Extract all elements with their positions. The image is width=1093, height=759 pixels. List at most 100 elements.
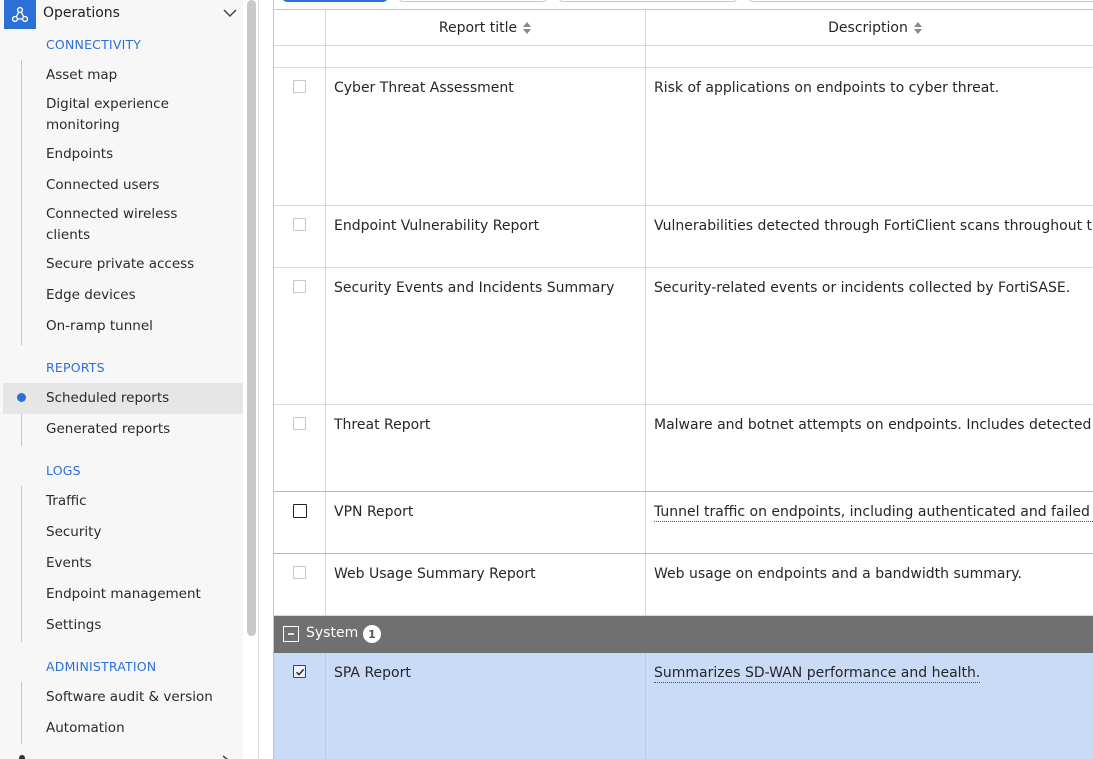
row-checkbox[interactable] <box>293 80 306 93</box>
cell-check <box>274 653 325 759</box>
report-title[interactable]: Security Events and Incidents Summary <box>334 280 614 296</box>
next-section-header-partial[interactable] <box>15 750 235 759</box>
report-description: Summarizes SD-WAN performance and health… <box>654 665 981 683</box>
table-row-selected[interactable]: SPA Report Summarizes SD-WAN performance… <box>274 653 1093 759</box>
section-administration: ADMINISTRATION <box>46 659 157 674</box>
active-indicator-dot <box>17 393 26 402</box>
report-description: Risk of applications on endpoints to cyb… <box>654 80 1000 96</box>
toolbar-strip <box>274 0 1093 4</box>
cell-description: Web usage on endpoints and a bandwidth s… <box>645 554 1093 615</box>
column-label: Report title <box>438 20 518 36</box>
sidebar-item-endpoints[interactable]: Endpoints <box>46 144 236 165</box>
cell-description <box>645 46 1093 67</box>
table-header: Report title Description <box>274 9 1093 46</box>
sidebar-item-label: monitoring <box>46 117 120 133</box>
table-row[interactable]: Cyber Threat Assessment Risk of applicat… <box>274 68 1093 206</box>
row-checkbox-checked[interactable] <box>293 665 306 678</box>
section-connectivity: CONNECTIVITY <box>46 37 142 52</box>
sidebar: Operations CONNECTIVITY Asset map Digita… <box>0 0 259 759</box>
sidebar-scrollbar[interactable] <box>247 0 256 636</box>
cell-check <box>274 554 325 615</box>
cell-description: Summarizes SD-WAN performance and health… <box>645 653 1093 759</box>
sidebar-item-endpoint-management[interactable]: Endpoint management <box>46 584 236 605</box>
group-label: System <box>306 625 359 641</box>
cell-title: VPN Report <box>325 492 645 553</box>
operations-header[interactable]: Operations <box>0 0 243 29</box>
cell-title <box>325 46 645 67</box>
row-checkbox[interactable] <box>293 417 306 430</box>
report-title[interactable]: SPA Report <box>334 665 411 681</box>
cell-check <box>274 46 325 67</box>
group-count-badge: 1 <box>363 625 381 643</box>
collapse-icon[interactable] <box>283 626 299 642</box>
check-icon <box>295 668 304 676</box>
cell-description: Tunnel traffic on endpoints, including a… <box>645 492 1093 553</box>
sidebar-item-edge-devices[interactable]: Edge devices <box>46 285 236 306</box>
column-select-all[interactable] <box>274 10 325 46</box>
cell-description: Malware and botnet attempts on endpoints… <box>645 405 1093 491</box>
sidebar-item-traffic[interactable]: Traffic <box>46 491 236 512</box>
nav-rail <box>21 682 22 744</box>
column-description[interactable]: Description <box>645 10 1093 46</box>
cell-title: Endpoint Vulnerability Report <box>325 206 645 267</box>
cell-check <box>274 206 325 267</box>
sidebar-item-label: clients <box>46 227 91 243</box>
toolbar-button[interactable] <box>398 0 548 2</box>
table-row-spacer <box>274 46 1093 68</box>
sort-icon[interactable] <box>522 21 532 35</box>
reports-table: Report title Description Cyber Threat As… <box>273 0 1093 759</box>
report-title[interactable]: VPN Report <box>334 504 413 520</box>
column-report-title[interactable]: Report title <box>325 10 645 46</box>
sidebar-item-automation[interactable]: Automation <box>46 718 236 739</box>
report-description: Vulnerabilities detected through FortiCl… <box>654 218 1093 234</box>
cell-title: Security Events and Incidents Summary <box>325 268 645 404</box>
report-description: Tunnel traffic on endpoints, including a… <box>654 504 1093 522</box>
sidebar-item-scheduled-reports[interactable]: Scheduled reports <box>46 388 236 409</box>
sidebar-item-onramp-tunnel[interactable]: On-ramp tunnel <box>46 316 236 337</box>
report-description: Web usage on endpoints and a bandwidth s… <box>654 566 1022 582</box>
table-row[interactable]: Threat Report Malware and botnet attempt… <box>274 405 1093 492</box>
sidebar-item-label: Connected wireless <box>46 206 178 222</box>
section-reports: REPORTS <box>46 360 105 375</box>
report-title[interactable]: Web Usage Summary Report <box>334 566 536 582</box>
sidebar-item-digital-experience-monitoring[interactable]: Digital experience monitoring <box>46 94 236 136</box>
row-checkbox[interactable] <box>293 504 307 518</box>
main-content: Report title Description Cyber Threat As… <box>259 0 1093 759</box>
sidebar-item-settings[interactable]: Settings <box>46 615 236 636</box>
cell-description: Risk of applications on endpoints to cyb… <box>645 68 1093 205</box>
cell-description: Security-related events or incidents col… <box>645 268 1093 404</box>
cell-title: SPA Report <box>325 653 645 759</box>
report-title[interactable]: Endpoint Vulnerability Report <box>334 218 539 234</box>
report-title[interactable]: Threat Report <box>334 417 430 433</box>
sidebar-item-secure-private-access[interactable]: Secure private access <box>46 254 236 275</box>
sidebar-item-events[interactable]: Events <box>46 553 236 574</box>
sidebar-item-security[interactable]: Security <box>46 522 236 543</box>
report-title[interactable]: Cyber Threat Assessment <box>334 80 514 96</box>
nav-rail <box>21 486 22 642</box>
toolbar-button[interactable] <box>748 0 1093 2</box>
cell-check <box>274 268 325 404</box>
table-row[interactable]: VPN Report Tunnel traffic on endpoints, … <box>274 492 1093 554</box>
sort-icon[interactable] <box>913 21 923 35</box>
row-checkbox[interactable] <box>293 218 306 231</box>
cell-title: Cyber Threat Assessment <box>325 68 645 205</box>
cell-description: Vulnerabilities detected through FortiCl… <box>645 206 1093 267</box>
sidebar-item-software-audit[interactable]: Software audit & version <box>46 687 236 708</box>
group-row-system[interactable]: System 1 <box>274 616 1093 653</box>
table-row[interactable]: Web Usage Summary Report Web usage on en… <box>274 554 1093 616</box>
sidebar-item-connected-users[interactable]: Connected users <box>46 175 236 196</box>
sidebar-item-asset-map[interactable]: Asset map <box>46 65 236 86</box>
table-row[interactable]: Endpoint Vulnerability Report Vulnerabil… <box>274 206 1093 268</box>
row-checkbox[interactable] <box>293 280 306 293</box>
section-logs: LOGS <box>46 463 81 478</box>
sidebar-item-generated-reports[interactable]: Generated reports <box>46 419 236 440</box>
toolbar-button[interactable] <box>282 0 388 2</box>
chevron-down-icon[interactable] <box>221 4 239 22</box>
sidebar-panel: Operations CONNECTIVITY Asset map Digita… <box>0 0 243 759</box>
table-row[interactable]: Security Events and Incidents Summary Se… <box>274 268 1093 405</box>
cell-title: Threat Report <box>325 405 645 491</box>
sidebar-item-connected-wireless-clients[interactable]: Connected wireless clients <box>46 204 236 246</box>
toolbar-button[interactable] <box>558 0 738 2</box>
cell-check <box>274 405 325 491</box>
row-checkbox[interactable] <box>293 566 306 579</box>
